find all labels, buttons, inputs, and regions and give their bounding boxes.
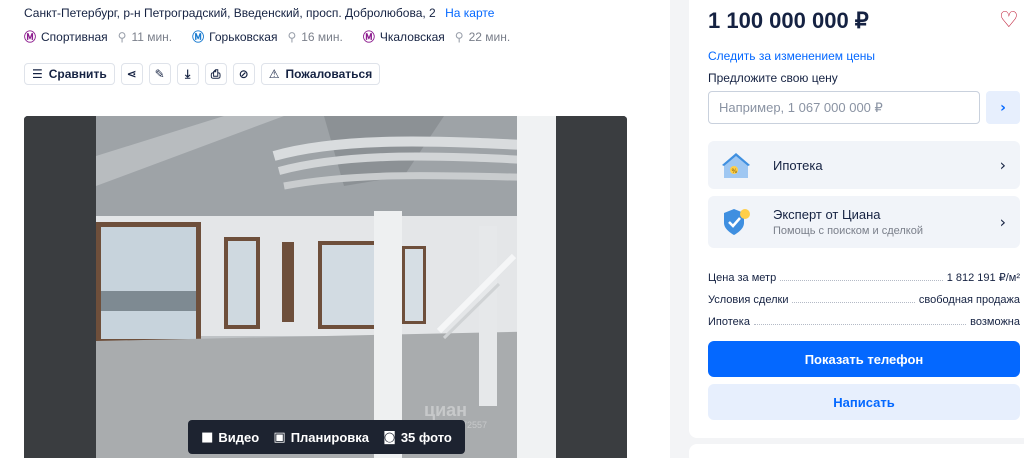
chevron-right-icon: ›: [999, 212, 1006, 232]
metro-item[interactable]: Ⓜ Спортивная ⚲ 11 мин.: [24, 28, 172, 45]
fact-row: Условия сделки свободная продажа: [708, 290, 1020, 306]
floorplan-label: Планировка: [290, 429, 369, 445]
fact-row: Цена за метр 1 812 191 ₽/м²: [708, 268, 1020, 284]
fact-label: Цена за метр: [708, 272, 777, 284]
photos-button[interactable]: ◙ 35 фото: [383, 430, 452, 445]
expert-promo[interactable]: Эксперт от Циана Помощь с поиском и сдел…: [708, 196, 1020, 248]
video-camera-icon: ■: [201, 429, 214, 445]
walk-time-text: 11 мин.: [131, 29, 173, 44]
offer-price-input[interactable]: [708, 91, 980, 124]
favorite-heart-icon[interactable]: ♡: [999, 8, 1019, 33]
hide-icon: ⊘: [238, 67, 249, 81]
warning-icon: ⚠: [268, 67, 280, 81]
metro-icon: Ⓜ: [192, 30, 205, 44]
fact-value: свободная продажа: [918, 294, 1020, 306]
floorplan-button[interactable]: ▣ Планировка: [273, 430, 369, 445]
compare-icon: ☰: [32, 67, 43, 81]
compare-label: Сравнить: [48, 67, 107, 81]
listing-photo: [24, 116, 627, 458]
next-card: [689, 444, 1024, 458]
mortgage-title: Ипотека: [773, 157, 823, 173]
dotted-leader: [753, 324, 967, 325]
metro-name: Горьковская: [209, 29, 278, 44]
report-label: Пожаловаться: [285, 67, 373, 81]
walking-icon: ⚲: [117, 29, 127, 44]
price-card: 1 100 000 000 ₽ ♡ Следить за изменением …: [689, 0, 1024, 438]
download-button[interactable]: ⤓: [176, 63, 199, 85]
compare-button[interactable]: ☰ Сравнить: [24, 63, 115, 85]
dotted-leader: [780, 280, 943, 281]
offer-submit-button[interactable]: ›: [986, 91, 1020, 124]
walk-time: ⚲ 11 мин.: [118, 30, 173, 44]
walk-time: ⚲ 22 мин.: [455, 30, 510, 44]
mortgage-promo[interactable]: % Ипотека ›: [708, 141, 1020, 189]
expert-title: Эксперт от Циана: [773, 207, 881, 222]
listing-main: Санкт-Петербург, р-н Петроградский, Введ…: [0, 0, 670, 458]
metro-list: Ⓜ Спортивная ⚲ 11 мин. Ⓜ Горьковская ⚲ 16 …: [24, 28, 530, 45]
expert-subtitle: Помощь с поиском и сделкой: [773, 225, 923, 237]
camera-icon: ◙: [383, 429, 396, 445]
follow-price-link[interactable]: Следить за изменением цены: [708, 49, 875, 63]
edit-icon: ✎: [154, 67, 165, 81]
video-button[interactable]: ■ Видео: [201, 430, 259, 445]
metro-item[interactable]: Ⓜ Чкаловская ⚲ 22 мин.: [363, 28, 510, 45]
fact-value: возможна: [970, 316, 1020, 328]
floorplan-icon: ▣: [273, 429, 286, 445]
photos-label: 35 фото: [400, 429, 452, 445]
offer-price-label: Предложите свою цену: [708, 71, 838, 85]
hide-button[interactable]: ⊘: [232, 63, 255, 85]
house-icon: %: [720, 150, 752, 180]
fact-row: Ипотека возможна: [708, 312, 1020, 328]
report-button[interactable]: ⚠ Пожаловаться: [260, 63, 381, 85]
address: Санкт-Петербург, р-н Петроградский, Введ…: [24, 6, 494, 20]
price: 1 100 000 000 ₽: [708, 8, 869, 33]
map-link[interactable]: На карте: [445, 6, 494, 20]
photo-gallery[interactable]: циан 418772557 ■ Видео ▣ Планировка ◙ 35…: [24, 116, 627, 458]
write-message-button[interactable]: Написать: [708, 384, 1020, 420]
listing-toolbar: ☰ Сравнить ⋖ ✎ ⤓ ⎙ ⊘ ⚠ Пожаловаться: [24, 63, 381, 85]
gallery-controls: ■ Видео ▣ Планировка ◙ 35 фото: [188, 420, 465, 454]
chevron-right-icon: ›: [1000, 99, 1006, 116]
watermark: циан: [424, 400, 468, 420]
metro-name: Чкаловская: [379, 29, 445, 44]
shield-icon: [720, 207, 752, 237]
walk-time-text: 22 мин.: [468, 29, 511, 44]
metro-icon: Ⓜ: [24, 30, 37, 44]
share-button[interactable]: ⋖: [120, 63, 143, 85]
fact-label: Условия сделки: [708, 294, 789, 306]
metro-icon: Ⓜ: [362, 30, 375, 44]
print-icon: ⎙: [210, 66, 221, 81]
video-label: Видео: [218, 429, 260, 445]
metro-name: Спортивная: [41, 29, 108, 44]
share-icon: ⋖: [126, 67, 137, 81]
svg-text:%: %: [732, 168, 738, 175]
walking-icon: ⚲: [454, 29, 464, 44]
address-text: Санкт-Петербург, р-н Петроградский, Введ…: [24, 6, 436, 20]
print-button[interactable]: ⎙: [204, 63, 227, 85]
walking-icon: ⚲: [287, 29, 297, 44]
edit-button[interactable]: ✎: [148, 63, 171, 85]
expert-text: Эксперт от Циана Помощь с поиском и сдел…: [773, 207, 923, 237]
walk-time: ⚲ 16 мин.: [287, 30, 342, 44]
fact-label: Ипотека: [708, 316, 750, 328]
metro-item[interactable]: Ⓜ Горьковская ⚲ 16 мин.: [192, 28, 343, 45]
chevron-right-icon: ›: [999, 155, 1006, 175]
show-phone-button[interactable]: Показать телефон: [708, 341, 1020, 377]
fact-value: 1 812 191 ₽/м²: [946, 272, 1020, 284]
walk-time-text: 16 мин.: [301, 29, 343, 44]
dotted-leader: [792, 302, 915, 303]
download-icon: ⤓: [185, 66, 191, 81]
